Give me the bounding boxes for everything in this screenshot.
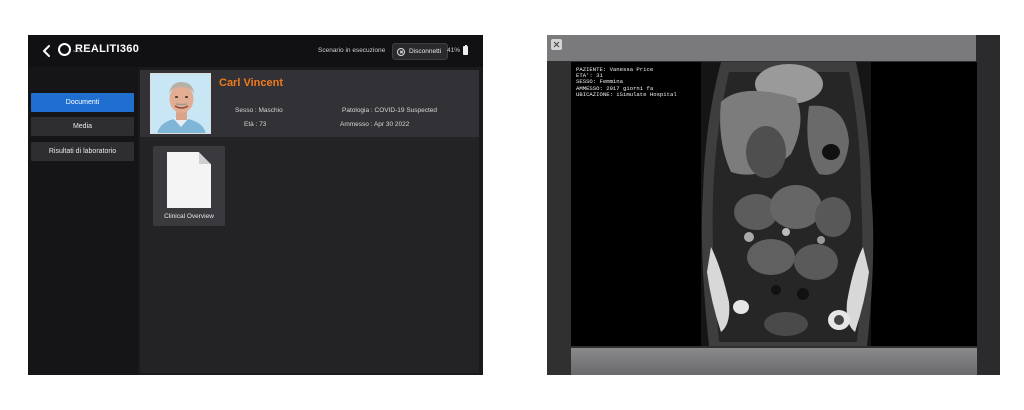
realiti-app-window: REALITI360 by Elevate Scenario in esecuz… [28,35,483,375]
patient-portrait-icon [151,74,210,133]
pathology-field: Patologia : COVID-19 Suspected [342,107,438,114]
disconnect-button[interactable]: Disconnetti [392,43,449,60]
admitted-field: Ammesso : Apr 30 2022 [340,121,410,128]
sex-label: Sesso [235,107,254,114]
document-tile-clinical-overview[interactable]: Clinical Overview [153,146,225,226]
document-label: Clinical Overview [164,213,214,220]
close-circle-icon [397,47,405,56]
battery-percentage: 41% [447,47,461,54]
close-viewer-button[interactable] [551,39,562,50]
scenario-status: Scenario in esecuzione [318,47,386,54]
admitted-value: Apr 30 2022 [373,121,410,128]
admitted-label: Ammesso [340,121,369,128]
sidebar-item-risultati-laboratorio[interactable]: Risultati di laboratorio [31,142,134,161]
ct-scan-frame: PAZIENTE: Vanessa Price ETA': 31 SESSO: … [571,62,977,346]
disconnect-label: Disconnetti [409,48,442,55]
patient-name: Carl Vincent [219,77,283,89]
back-chevron-icon[interactable] [40,44,54,58]
sidebar-item-label: Risultati di laboratorio [48,148,117,155]
pathology-label: Patologia [342,107,370,114]
sidebar-item-media[interactable]: Media [31,117,134,136]
age-field: Età : 73 [244,121,267,128]
sex-value: Maschio [258,107,283,114]
top-bar: REALITI360 by Elevate Scenario in esecuz… [28,35,483,67]
age-value: 73 [259,121,267,128]
viewer-top-bar [547,35,1000,61]
brand-logo: REALITI360 [58,43,139,56]
battery-icon [463,44,468,55]
main-content: Carl Vincent Sesso : Maschio Età : 73 Pa… [140,70,479,373]
patient-photo [150,73,211,134]
sidebar: Documenti Media Risultati di laboratorio [28,67,138,375]
sidebar-item-label: Documenti [65,99,100,106]
sidebar-item-label: Media [72,123,93,130]
document-fold-icon [198,152,211,165]
viewer-bottom-bar [571,348,977,375]
patient-card: Carl Vincent Sesso : Maschio Età : 73 Pa… [140,70,479,137]
ct-scan-image [571,62,977,346]
image-viewer: PAZIENTE: Vanessa Price ETA': 31 SESSO: … [547,35,1000,375]
logo-ring-icon [58,43,71,56]
viewer-side-bar [976,35,1000,375]
age-label: Età [244,121,254,128]
pathology-value: COVID-19 Suspected [374,107,438,114]
brand-subtitle: by Elevate [73,49,88,53]
sidebar-item-documenti[interactable]: Documenti [31,93,134,112]
overlay-line: UBICAZIONE: iSimulate Hospital [576,90,677,98]
patient-info-overlay: PAZIENTE: Vanessa Price ETA': 31 SESSO: … [574,66,679,100]
sex-field: Sesso : Maschio [235,107,283,114]
